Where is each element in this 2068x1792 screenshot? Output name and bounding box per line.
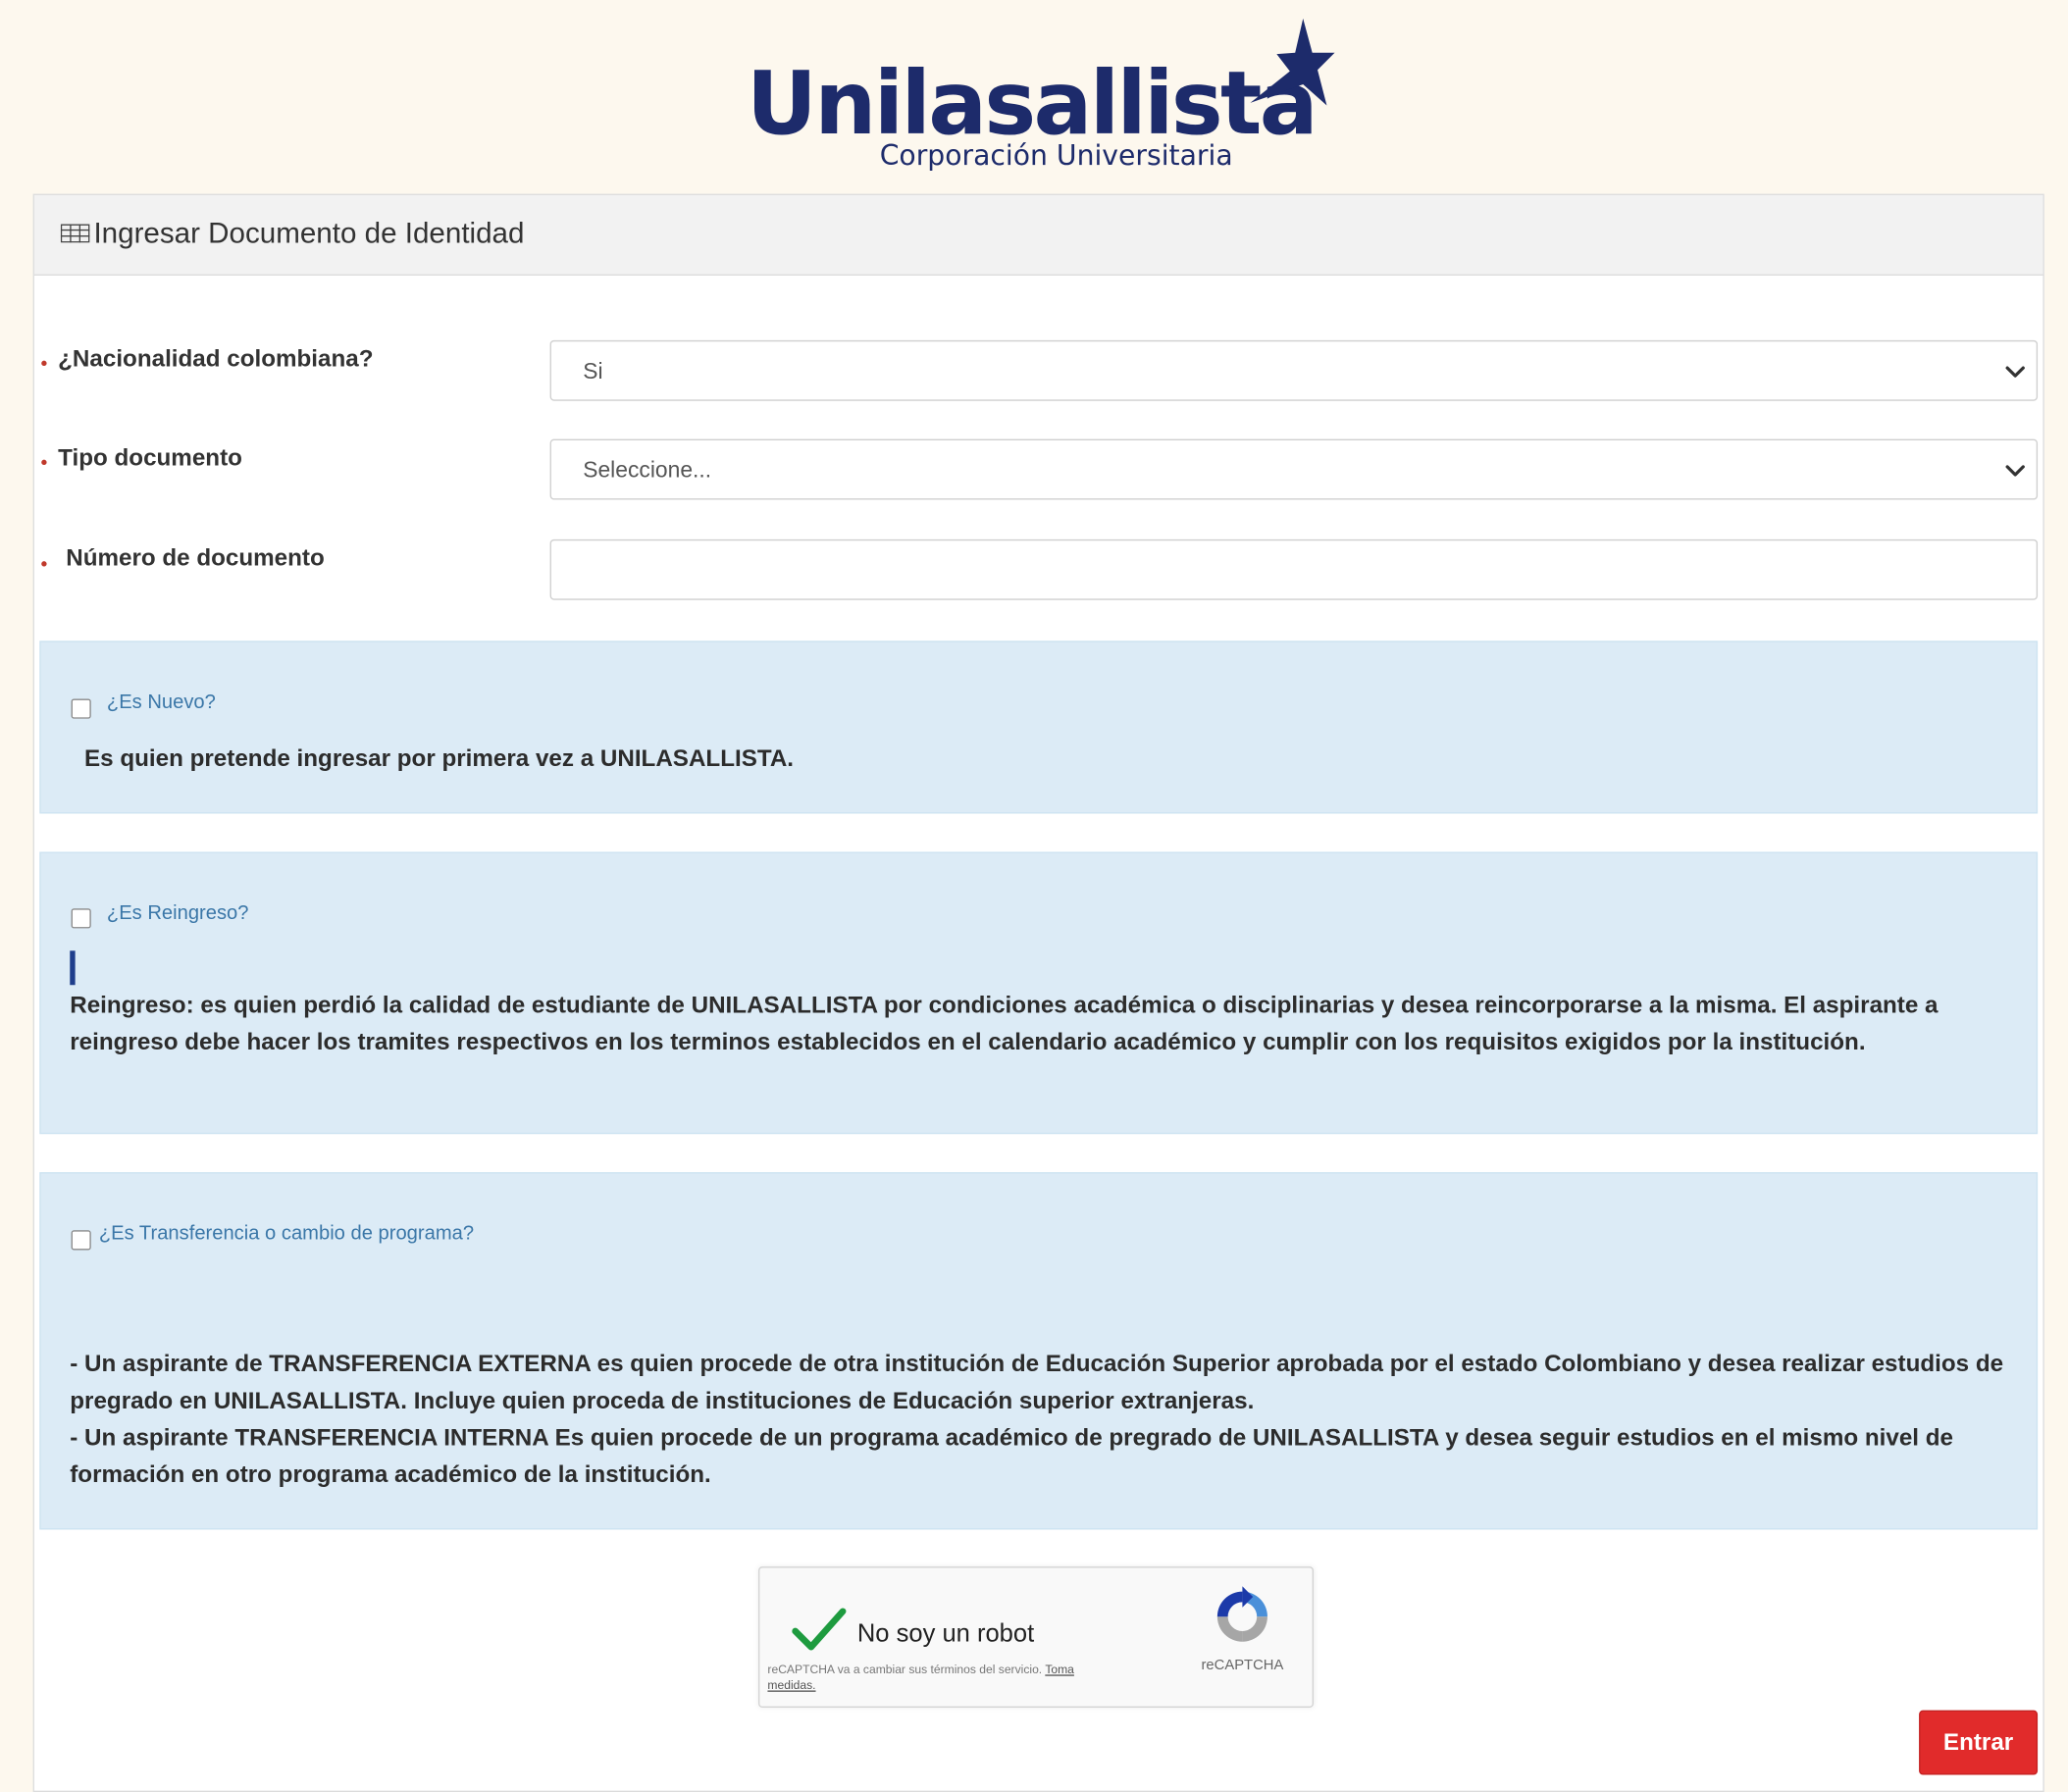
doc-number-label: Número de documento xyxy=(66,544,325,572)
recaptcha-terms: reCAPTCHA va a cambiar sus términos del … xyxy=(767,1662,1097,1693)
nationality-selected-value: Si xyxy=(583,358,603,384)
option-transferencia-box: ¿Es Transferencia o cambio de programa? … xyxy=(39,1172,2039,1530)
transferencia-description-internal: - Un aspirante TRANSFERENCIA INTERNA Es … xyxy=(70,1423,1953,1488)
recaptcha-widget[interactable]: No soy un robot reCAPTCHA va a cambiar s… xyxy=(758,1566,1315,1708)
doc-number-input[interactable] xyxy=(549,538,2039,600)
recaptcha-terms-text: reCAPTCHA va a cambiar sus términos del … xyxy=(767,1663,1043,1676)
checkmark-icon[interactable] xyxy=(792,1608,847,1653)
entrar-button[interactable]: Entrar xyxy=(1919,1710,2039,1775)
required-marker: • xyxy=(40,450,48,473)
recaptcha-logo-icon xyxy=(1216,1586,1267,1642)
doc-type-label: Tipo documento xyxy=(58,444,242,471)
recaptcha-label: No soy un robot xyxy=(856,1620,1035,1649)
panel-heading: Ingresar Documento de Identidad xyxy=(33,194,2043,276)
reingreso-checkbox-label[interactable]: ¿Es Reingreso? xyxy=(107,902,249,925)
star-icon xyxy=(1250,18,1335,106)
reingreso-checkbox[interactable] xyxy=(71,908,91,929)
transferencia-description-external: - Un aspirante de TRANSFERENCIA EXTERNA … xyxy=(70,1350,2004,1414)
required-marker: • xyxy=(40,552,48,574)
accent-bar xyxy=(70,950,76,986)
nuevo-checkbox[interactable] xyxy=(71,698,91,719)
doc-type-selected-value: Seleccione... xyxy=(583,457,712,484)
option-reingreso-box: ¿Es Reingreso? Reingreso: es quien perdi… xyxy=(39,851,2039,1135)
nuevo-checkbox-label[interactable]: ¿Es Nuevo? xyxy=(107,691,216,713)
nuevo-description: Es quien pretende ingresar por primera v… xyxy=(84,744,795,772)
reingreso-description: Reingreso: es quien perdió la calidad de… xyxy=(70,991,1939,1055)
nationality-label: ¿Nacionalidad colombiana? xyxy=(58,345,374,373)
panel-title: Ingresar Documento de Identidad xyxy=(93,216,525,250)
logo-wordmark: Unilasallista xyxy=(746,52,1318,155)
unilasallista-logo: Unilasallista Corporación Universitaria xyxy=(746,18,1340,179)
nationality-select[interactable]: Si xyxy=(549,339,2039,401)
option-nuevo-box: ¿Es Nuevo? Es quien pretende ingresar po… xyxy=(39,640,2039,814)
required-marker: • xyxy=(40,351,48,374)
chevron-down-icon xyxy=(2005,465,2025,477)
recaptcha-brand: reCAPTCHA xyxy=(1201,1657,1284,1674)
chevron-down-icon xyxy=(2005,366,2025,378)
table-icon xyxy=(60,224,90,243)
doc-type-select[interactable]: Seleccione... xyxy=(549,438,2039,500)
logo-subtitle: Corporación Universitaria xyxy=(879,139,1233,172)
transferencia-checkbox[interactable] xyxy=(71,1230,91,1251)
transferencia-checkbox-label[interactable]: ¿Es Transferencia o cambio de programa? xyxy=(99,1222,474,1245)
